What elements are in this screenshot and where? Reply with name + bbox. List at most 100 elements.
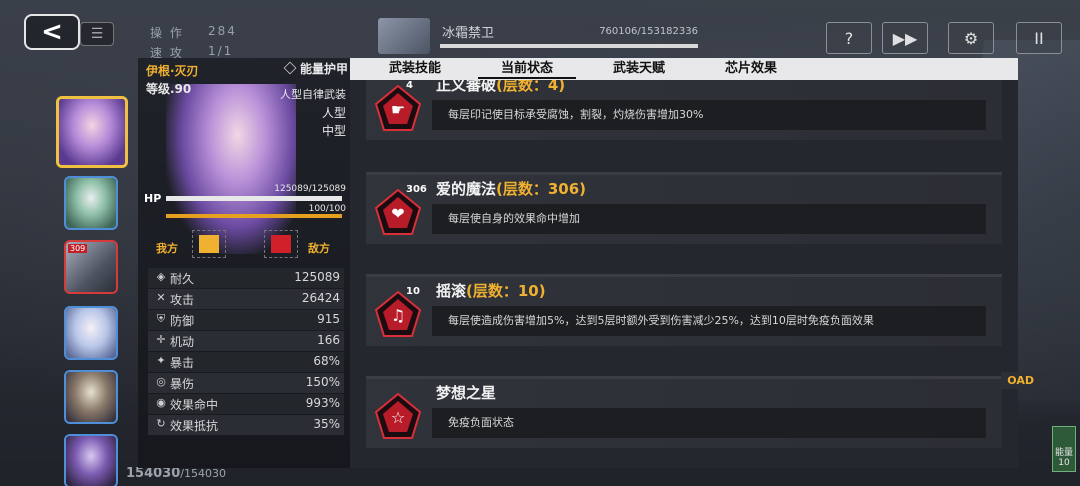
hud-ops-stat: 操 作 284	[150, 24, 235, 41]
tab-bar: 武装技能 当前状态 武装天赋 芯片效果	[350, 58, 1018, 80]
card-divider	[366, 274, 1002, 277]
stat-row: ↻ 效果抵抗 35%	[148, 415, 344, 435]
status-effect-card: ❤ 306 爱的魔法(层数：306) 每层使自身的效果命中增加	[366, 172, 1002, 244]
effect-description: 免疫负面状态	[432, 408, 986, 438]
effect-stack: (层数：4)	[496, 80, 566, 94]
effect-title: 摇滚(层数：10)	[436, 280, 546, 301]
hud-ops-label: 操 作	[150, 26, 184, 40]
load-tag: OAD	[1001, 372, 1040, 389]
tab-1[interactable]: 武装技能	[360, 58, 470, 80]
energy-widget[interactable]: 能量 10	[1052, 426, 1076, 472]
stat-row: ⛨ 防御 915	[148, 310, 344, 330]
effect-name: 爱的魔法	[436, 180, 497, 198]
stat-label: 防御	[170, 314, 195, 328]
stat-value: 26424	[301, 291, 340, 305]
effect-hit-icon: ◉	[156, 396, 166, 409]
stat-label: 效果命中	[170, 398, 219, 412]
stat-row: ✕ 攻击 26424	[148, 289, 344, 309]
character-art	[166, 84, 296, 254]
boss-hp-value: 760106/153182336	[599, 26, 698, 37]
boss-hp-fill	[440, 44, 698, 48]
tab-3[interactable]: 武装天赋	[584, 58, 694, 80]
roster-slot-2[interactable]	[64, 176, 118, 230]
effect-description: 每层使自身的效果命中增加	[432, 204, 986, 234]
durability-icon: ◈	[156, 270, 166, 283]
unit-portrait	[66, 308, 116, 358]
stat-value: 125089	[294, 270, 340, 284]
fast-forward-icon: ▶▶	[892, 28, 918, 48]
unit-portrait	[66, 178, 116, 228]
stat-row: ◎ 暴伤 150%	[148, 373, 344, 393]
help-button[interactable]: ?	[826, 22, 872, 54]
unit-portrait	[59, 99, 125, 165]
team-hp-max: /154030	[180, 467, 226, 480]
stat-row: ✦ 暴击 68%	[148, 352, 344, 372]
energy-bar-fill	[166, 214, 342, 218]
character-size: 中型	[321, 124, 346, 138]
stack-count-badge: 306	[406, 184, 427, 195]
hand-icon: ☛	[374, 84, 422, 132]
crit-icon: ✦	[156, 354, 166, 367]
unit-portrait	[66, 372, 116, 422]
effect-title: 爱的魔法(层数：306)	[436, 178, 586, 199]
fast-forward-button[interactable]: ▶▶	[882, 22, 928, 54]
effect-description: 每层印记使目标承受腐蚀，割裂，灼烧伤害增加30%	[432, 100, 986, 130]
energy-value: 100/100	[308, 204, 346, 214]
roster-slot-selected[interactable]	[56, 96, 128, 168]
roster-slot-5[interactable]	[64, 370, 118, 424]
menu-button[interactable]: ☰	[80, 22, 114, 46]
back-button[interactable]: <	[24, 14, 80, 50]
enemy-formation-box	[264, 230, 298, 258]
effect-stack: (层数：306)	[496, 180, 587, 198]
character-class: 人型自律武装	[280, 88, 346, 101]
enemy-side-label: 敌方	[308, 242, 330, 255]
roster-slot-6[interactable]	[64, 434, 118, 486]
team-hp-readout: 154030/154030	[126, 466, 226, 481]
tab-4[interactable]: 芯片效果	[696, 58, 806, 80]
stat-value: 150%	[305, 375, 340, 389]
stat-row: ◈ 耐久 125089	[148, 268, 344, 288]
energy-bar	[166, 214, 342, 218]
boss-portrait	[378, 18, 430, 54]
stack-count-badge: 4	[406, 80, 413, 91]
character-info: 伊根·灭刃 等级.90 能量护甲 人型自律武装 人型 中型 HP 125089/…	[138, 58, 350, 468]
character-name: 伊根·灭刃	[146, 64, 199, 78]
unit-tag: 309	[68, 244, 88, 253]
effect-name: 正义審破	[436, 80, 497, 94]
team-hp-current: 154030	[126, 466, 181, 481]
energy-widget-value: 10	[1058, 458, 1070, 468]
card-divider	[366, 172, 1002, 175]
stat-label: 暴伤	[170, 377, 195, 391]
status-content: 武装技能 当前状态 武装天赋 芯片效果 ☛ 4 正义審破(层数：4) 每层印记使目标承受腐蚀…	[350, 58, 1018, 468]
stat-row: ◉ 效果命中 993%	[148, 394, 344, 414]
stat-value: 993%	[305, 396, 340, 410]
roster-slot-3[interactable]: 309	[64, 240, 118, 294]
stat-label: 攻击	[170, 293, 195, 307]
stat-value: 35%	[313, 417, 340, 431]
armor-type: 能量护甲	[283, 60, 349, 77]
effect-title: 梦想之星	[436, 382, 496, 403]
tab-2[interactable]: 当前状态	[472, 58, 582, 80]
settings-button[interactable]: ⚙	[948, 22, 994, 54]
character-level: 等级.90	[146, 82, 192, 96]
boss-health-bar: 冰霜禁卫 760106/153182336	[378, 18, 698, 54]
hp-value: 125089/125089	[274, 184, 346, 194]
pause-icon: II	[1034, 28, 1044, 48]
hud-ops-value: 284	[208, 24, 237, 38]
pause-button[interactable]: II	[1016, 22, 1062, 54]
stat-label: 暴击	[170, 356, 195, 370]
armor-type-label: 能量护甲	[300, 62, 349, 76]
ally-formation-icon	[199, 235, 219, 253]
stat-value: 915	[317, 312, 340, 326]
stat-label: 机动	[170, 335, 195, 349]
star-icon: ☆	[374, 392, 422, 440]
roster-slot-4[interactable]	[64, 306, 118, 360]
help-icon: ?	[844, 28, 854, 48]
stat-label: 效果抵抗	[170, 419, 219, 433]
svg-text:☛: ☛	[391, 100, 405, 119]
card-divider	[366, 376, 1002, 379]
hp-bar	[166, 196, 342, 201]
effect-stack: (层数：10)	[466, 282, 546, 300]
gear-icon: ⚙	[963, 28, 979, 48]
attack-icon: ✕	[156, 291, 166, 304]
